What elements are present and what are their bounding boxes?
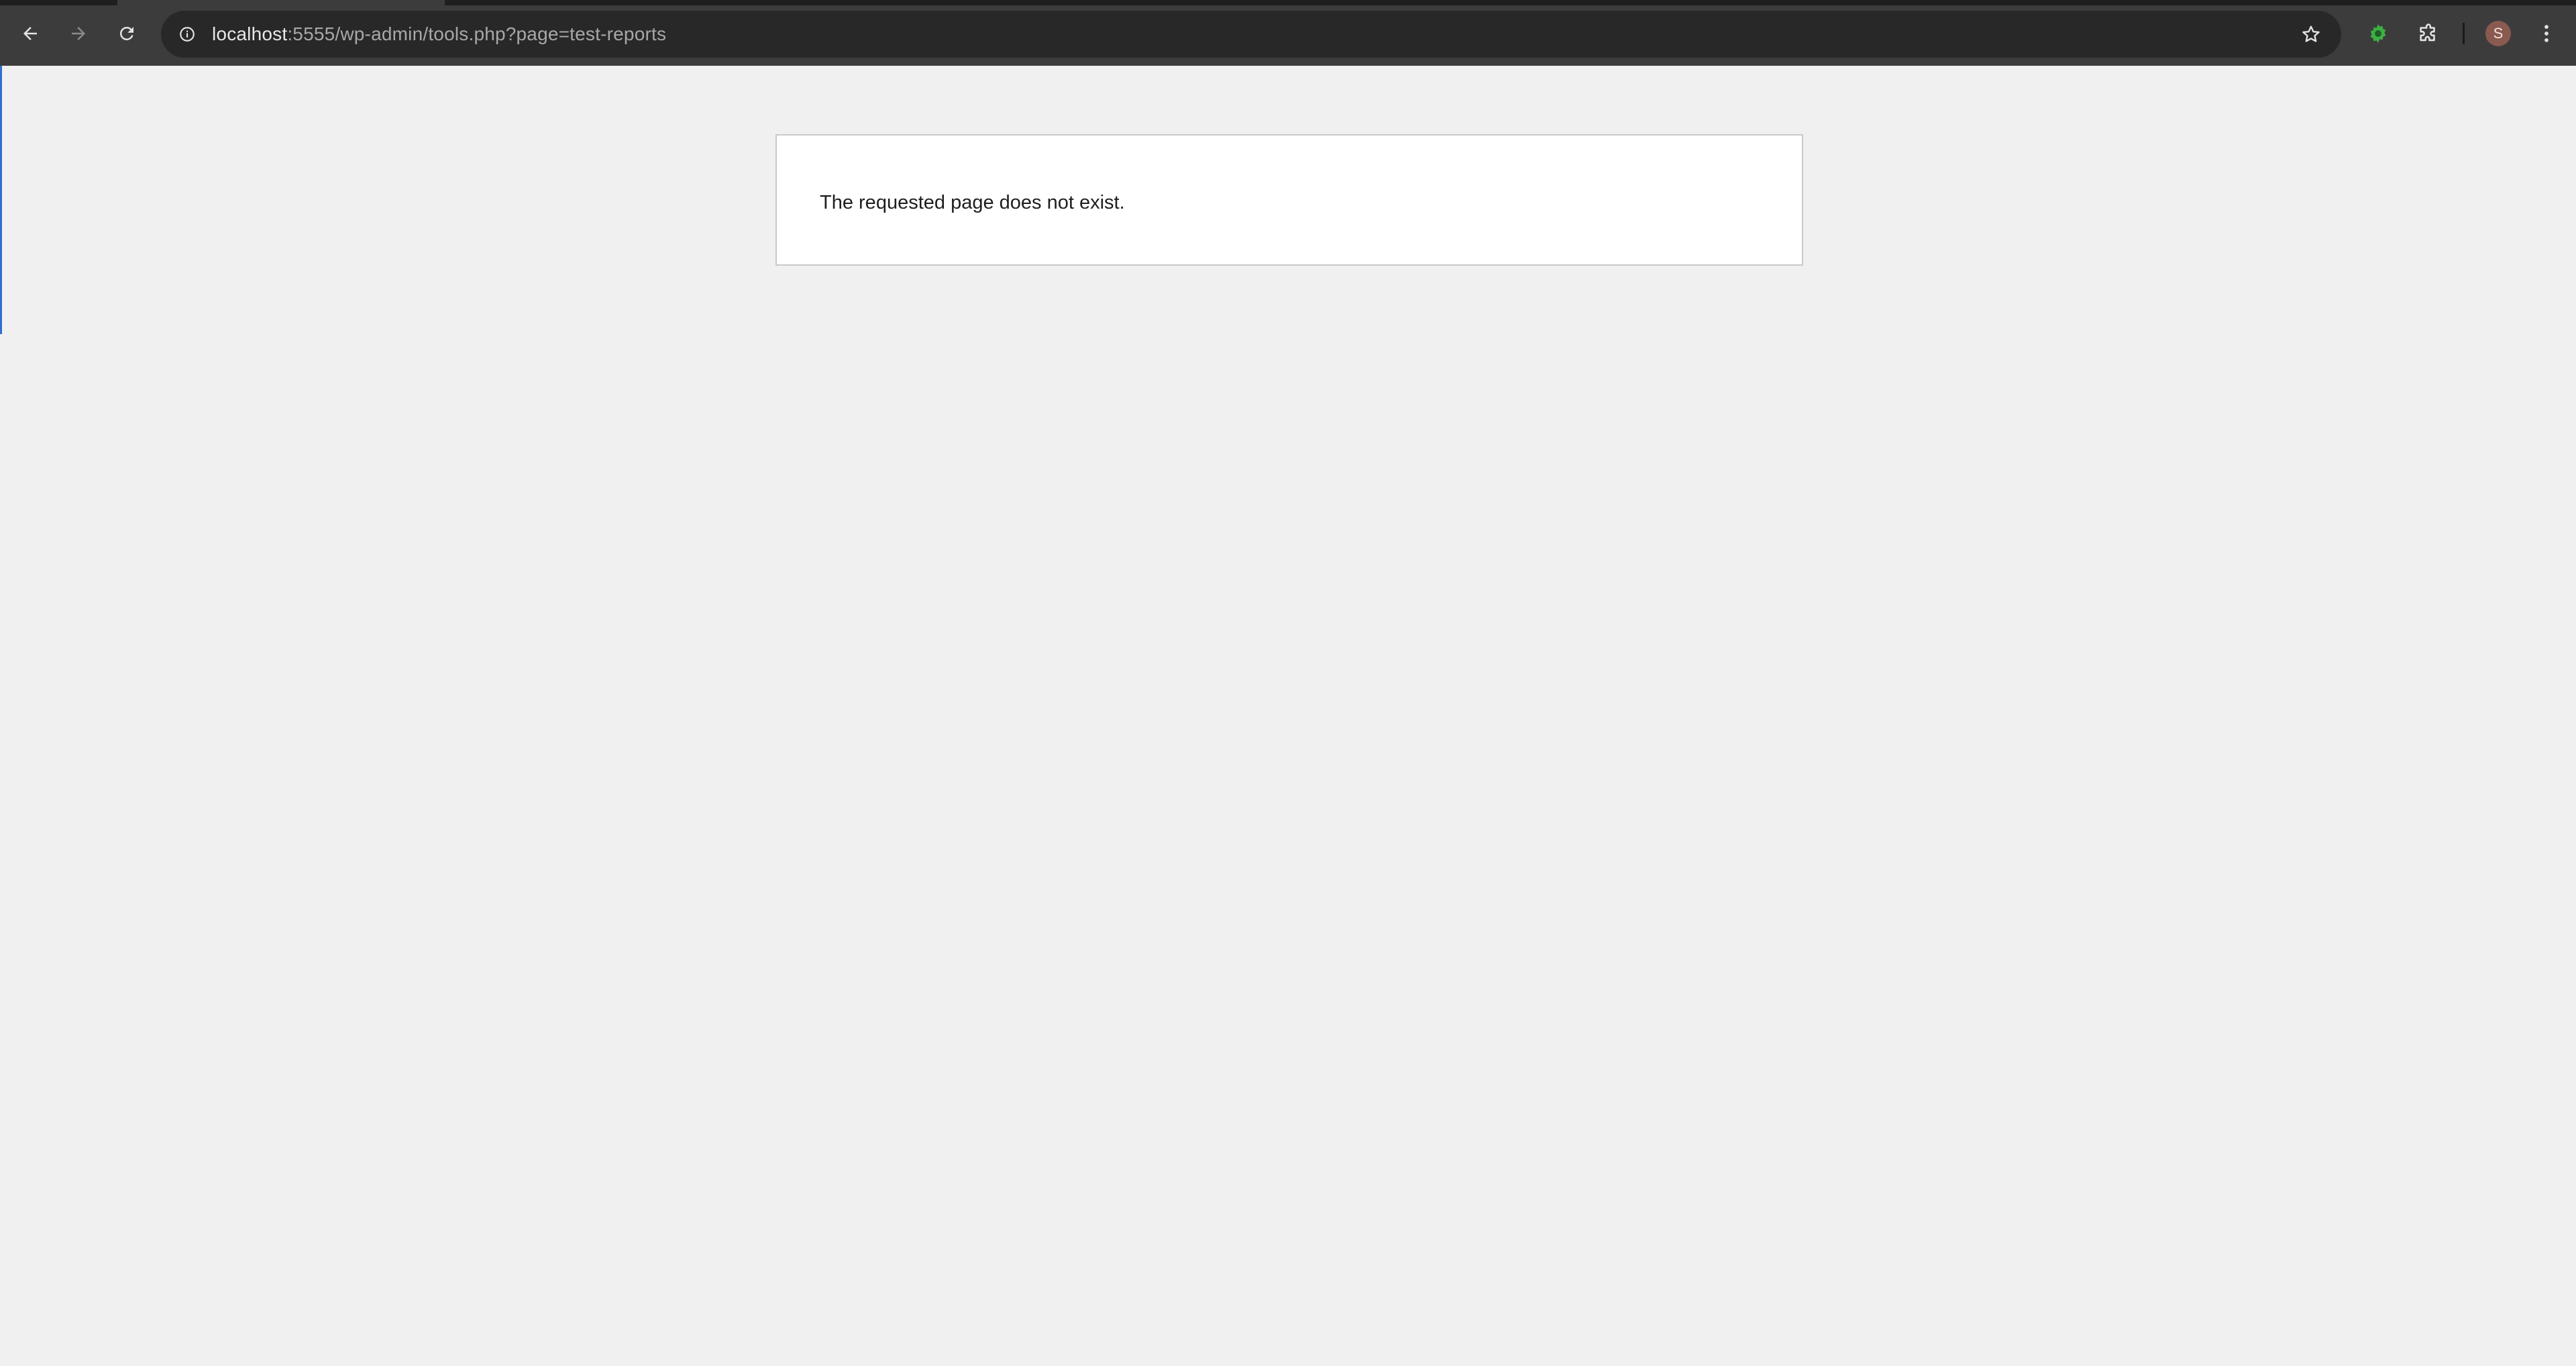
error-message-box: The requested page does not exist. (775, 134, 1803, 266)
page-content: The requested page does not exist. (0, 66, 2576, 1366)
site-info-button[interactable] (172, 19, 203, 50)
three-dots-vertical-icon (2544, 25, 2548, 42)
url-text[interactable]: localhost:5555/wp-admin/tools.php?page=t… (212, 11, 666, 58)
extension-button[interactable] (2359, 15, 2397, 52)
back-button[interactable] (11, 15, 49, 52)
error-message: The requested page does not exist. (820, 192, 1125, 213)
url-path: :5555/wp-admin/tools.php?page=test-repor… (287, 23, 667, 44)
bookmark-button[interactable] (2296, 19, 2326, 50)
profile-avatar[interactable]: S (2485, 21, 2511, 46)
forward-button[interactable] (60, 15, 97, 52)
toolbar-divider (2463, 23, 2465, 44)
arrow-left-icon (23, 27, 37, 40)
browser-toolbar: localhost:5555/wp-admin/tools.php?page=t… (0, 0, 2576, 66)
arrow-right-icon (72, 27, 85, 40)
puzzle-piece-icon (2420, 23, 2435, 42)
reload-icon (119, 26, 133, 40)
star-icon (2302, 25, 2320, 42)
left-edge-accent (0, 66, 2, 334)
extensions-button[interactable] (2410, 15, 2447, 52)
url-host: localhost (212, 23, 288, 44)
active-tab[interactable] (117, 0, 445, 5)
gear-icon (2370, 23, 2386, 44)
info-icon (180, 27, 195, 42)
browser-menu-button[interactable] (2528, 15, 2565, 52)
reload-button[interactable] (108, 15, 146, 52)
address-bar[interactable]: localhost:5555/wp-admin/tools.php?page=t… (161, 11, 2341, 58)
